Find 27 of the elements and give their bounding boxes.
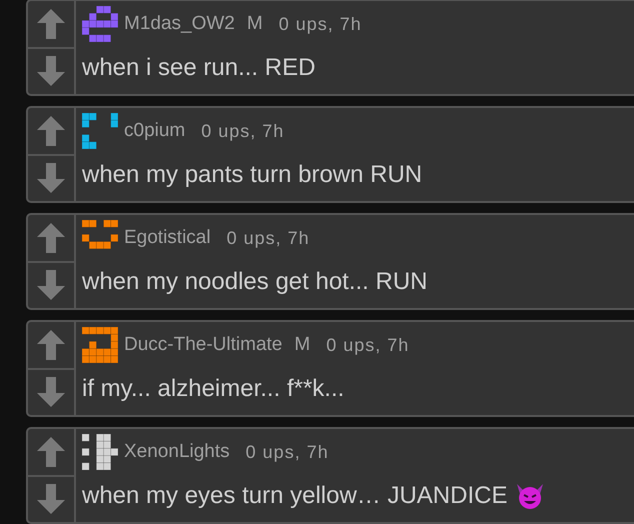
- up-arrow-icon: [37, 116, 65, 146]
- comment-meta: 0 ups, 7h: [226, 226, 310, 250]
- comment-text: when my eyes turn yellow… JUANDICE: [82, 481, 508, 511]
- down-arrow-icon: [37, 163, 65, 194]
- down-arrow-icon: [37, 270, 65, 300]
- up-arrow-icon: [37, 330, 65, 360]
- up-arrow-icon: [37, 222, 65, 253]
- username[interactable]: c0pium: [124, 116, 186, 146]
- up-arrow-icon: [37, 8, 65, 39]
- comment-meta: 0 ups, 7h: [246, 440, 329, 464]
- comment-meta: 0 ups, 7h: [201, 120, 284, 143]
- moderator-label: M: [246, 12, 263, 36]
- moderator-label: M: [294, 332, 310, 357]
- comment-text: if my... alzheimer... f**k...: [82, 374, 344, 404]
- down-arrow-icon: [37, 377, 65, 408]
- comment-text: when i see run... RED: [82, 53, 316, 83]
- comment-text: when my pants turn brown RUN: [82, 160, 422, 190]
- down-arrow-icon: [37, 484, 65, 514]
- username[interactable]: Ducc-The-Ultimate: [124, 330, 282, 360]
- comment-text: when my noodles get hot... RUN: [82, 267, 428, 297]
- comment-meta: 0 ups, 7h: [278, 12, 362, 36]
- username[interactable]: Egotistical: [124, 224, 211, 252]
- username[interactable]: XenonLights: [124, 438, 230, 466]
- username[interactable]: M1das_OW2: [124, 10, 235, 38]
- up-arrow-icon: [37, 436, 65, 467]
- comment-meta: 0 ups, 7h: [326, 334, 410, 357]
- down-arrow-icon: [37, 56, 65, 86]
